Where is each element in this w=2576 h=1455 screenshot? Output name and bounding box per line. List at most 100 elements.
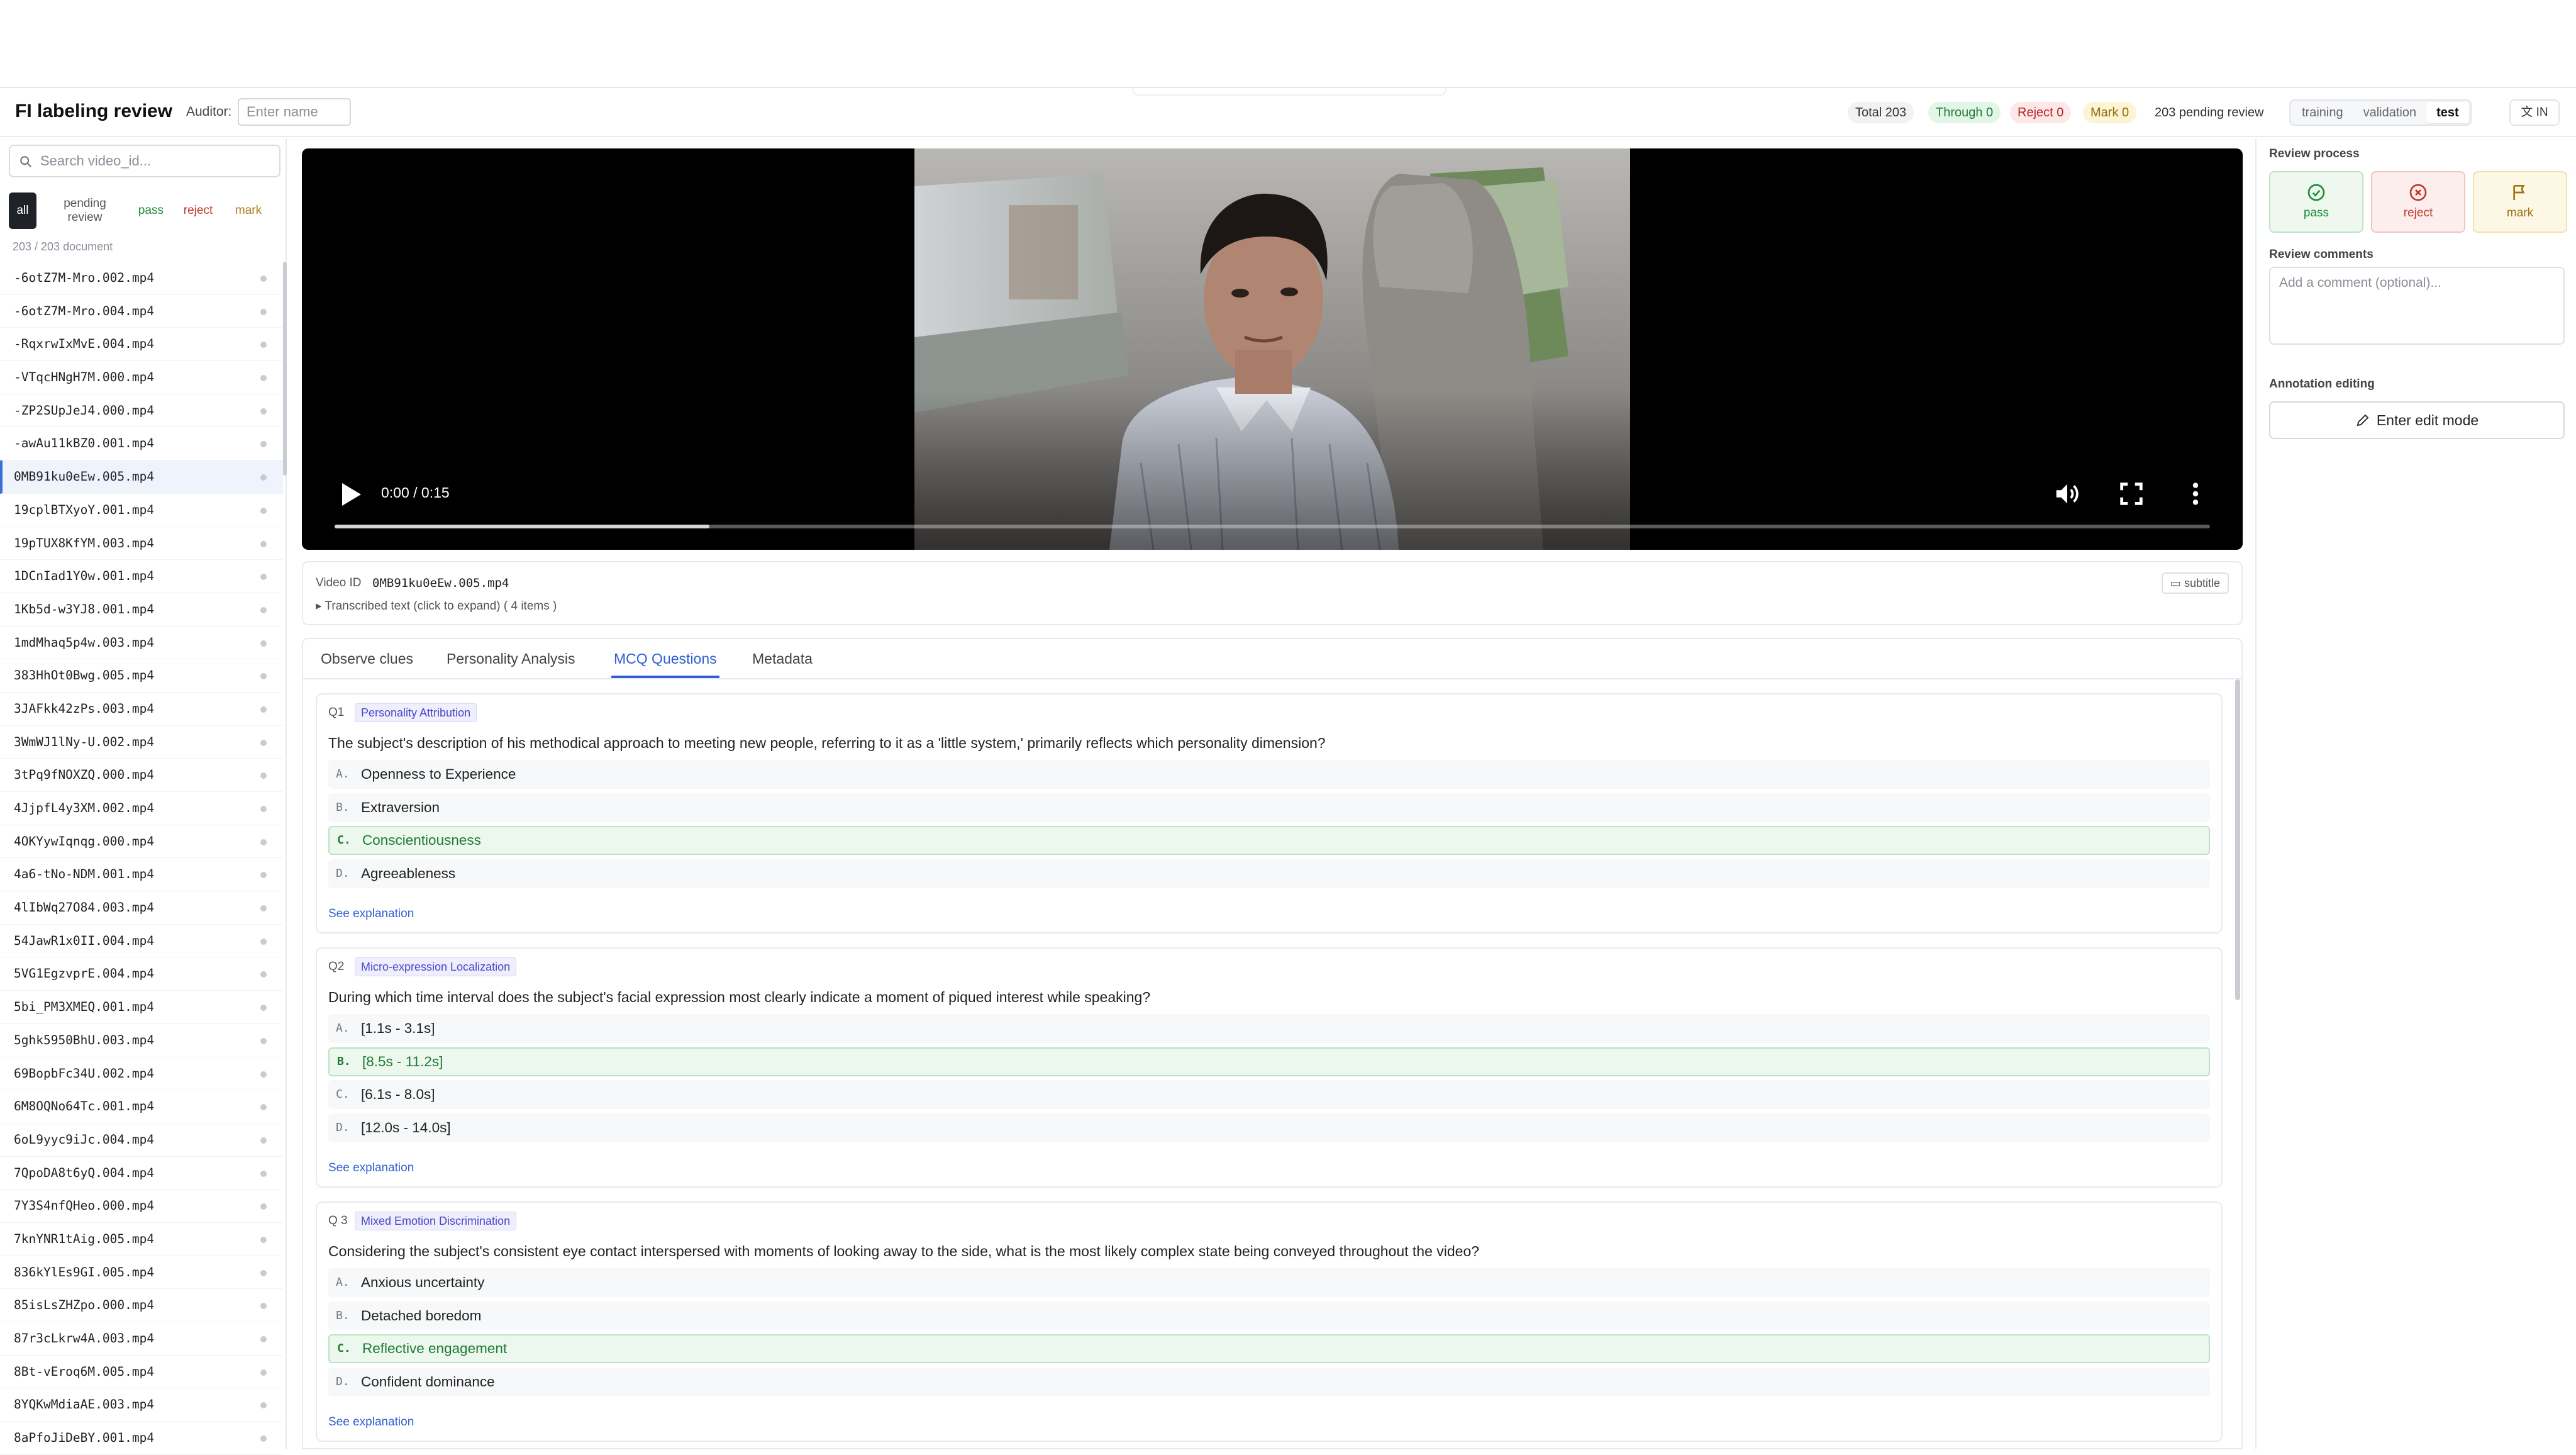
tab-mcq-questions[interactable]: MCQ Questions [611,639,719,678]
status-dot-icon [260,706,267,713]
review-process-label: Review process [2269,147,2360,160]
option-text: Detached boredom [361,1307,482,1324]
question-text: During which time interval does the subj… [328,989,1151,1005]
file-list-item[interactable]: 4JjpfL4y3XM.002.mp4 [0,792,283,825]
subtitle-button[interactable]: ▭ subtitle [2161,572,2229,594]
volume-icon[interactable] [2053,479,2082,508]
file-list-item[interactable]: -awAu11kBZ0.001.mp4 [0,427,283,461]
file-list-item[interactable]: 4OKYywIqnqg.000.mp4 [0,825,283,859]
auditor-name-input[interactable] [238,98,351,126]
file-list-item[interactable]: 7knYNR1tAig.005.mp4 [0,1223,283,1256]
answer-option[interactable]: D. Confident dominance [328,1367,2210,1396]
tab-personality-analysis[interactable]: Personality Analysis [444,639,578,678]
file-list-item[interactable]: -6otZ7M-Mro.004.mp4 [0,295,283,328]
filter-mark-button[interactable]: mark [226,192,270,229]
file-list-item[interactable]: 6oL9yyc9iJc.004.mp4 [0,1123,283,1157]
file-list-item[interactable]: 0MB91ku0eEw.005.mp4 [0,460,283,494]
file-list-item[interactable]: 383HhOt0Bwg.005.mp4 [0,659,283,693]
tab-metadata[interactable]: Metadata [750,639,815,678]
video-player[interactable]: 0:00 / 0:15 [302,148,2243,550]
file-list-item[interactable]: 8Bt-vEroq6M.005.mp4 [0,1356,283,1389]
file-list-item[interactable]: -VTqcHNgH7M.000.mp4 [0,361,283,394]
filter-pass-button[interactable]: pass [132,192,170,229]
split-test-button[interactable]: test [2426,102,2469,123]
answer-option[interactable]: A. Anxious uncertainty [328,1268,2210,1297]
status-dot-icon [260,839,267,845]
panel-scrollbar[interactable] [2235,679,2240,1000]
file-name: 383HhOt0Bwg.005.mp4 [14,668,155,683]
file-list-item[interactable]: 19pTUX8KfYM.003.mp4 [0,527,283,560]
file-list-item[interactable]: 3JAFkk42zPs.003.mp4 [0,693,283,726]
file-name: 8YQKwMdiaAE.003.mp4 [14,1397,155,1412]
file-list-item[interactable]: 87r3cLkrw4A.003.mp4 [0,1322,283,1356]
play-icon[interactable] [340,482,362,507]
file-list-item[interactable]: 6M8OQNo64Tc.001.mp4 [0,1090,283,1123]
file-list-item[interactable]: -ZP2SUpJeJ4.000.mp4 [0,394,283,428]
pass-label: pass [2303,206,2329,220]
see-explanation-link[interactable]: See explanation [328,907,414,921]
file-list-item[interactable]: 1mdMhaq5p4w.003.mp4 [0,627,283,660]
status-dot-icon [260,441,267,448]
option-text: Conscientiousness [362,832,481,848]
file-list-item[interactable]: 5ghk5950BhU.003.mp4 [0,1024,283,1057]
answer-option-correct[interactable]: C. Conscientiousness [328,826,2210,855]
answer-option[interactable]: D. [12.0s - 14.0s] [328,1113,2210,1142]
split-training-button[interactable]: training [2292,102,2353,123]
answer-option[interactable]: C. [6.1s - 8.0s] [328,1080,2210,1109]
video-file-list: -6otZ7M-Mro.002.mp4 -6otZ7M-Mro.004.mp4 -R… [0,262,283,1455]
transcript-toggle[interactable]: ▸ Transcribed text (click to expand) ( 4… [316,599,557,613]
split-validation-button[interactable]: validation [2353,102,2427,123]
file-list-item[interactable]: 19cplBTXyoY.001.mp4 [0,494,283,527]
file-name: 4OKYywIqnqg.000.mp4 [14,833,155,849]
file-list-item[interactable]: 836kYlEs9GI.005.mp4 [0,1256,283,1290]
answer-option-correct[interactable]: C. Reflective engagement [328,1334,2210,1363]
mark-button[interactable]: mark [2473,171,2567,233]
file-list-item[interactable]: 7QpoDA8t6yQ.004.mp4 [0,1157,283,1190]
file-list-item[interactable]: 3tPq9fNOXZQ.000.mp4 [0,759,283,792]
search-input[interactable] [40,151,273,171]
file-list-item[interactable]: 8aPfoJiDeBY.001.mp4 [0,1422,283,1455]
file-list-item[interactable]: 5bi_PM3XMEQ.001.mp4 [0,991,283,1024]
progress-bar[interactable] [335,525,2210,528]
file-list-item[interactable]: 1DCnIad1Y0w.001.mp4 [0,560,283,593]
see-explanation-link[interactable]: See explanation [328,1161,414,1175]
file-list-item[interactable]: 5VG1EgzvprE.004.mp4 [0,957,283,991]
file-list-item[interactable]: 3WmWJ1lNy-U.002.mp4 [0,726,283,759]
review-comment-input[interactable] [2269,267,2565,345]
filter-all-button[interactable]: all [9,192,36,229]
option-text: Extraversion [361,799,440,815]
answer-option[interactable]: B. Extraversion [328,793,2210,822]
tab-observe-clues[interactable]: Observe clues [318,639,416,678]
filter-reject-button[interactable]: reject [176,192,220,229]
sidebar-scrollbar[interactable] [283,262,287,476]
annotation-editing-label: Annotation editing [2269,377,2375,391]
reject-button[interactable]: reject [2371,171,2465,233]
option-letter: C. [337,833,351,847]
status-dot-icon [260,408,267,415]
file-list-item[interactable]: 4lIbWq27O84.003.mp4 [0,891,283,925]
filter-pending-button[interactable]: pending review [50,192,119,229]
language-button[interactable]: 文 IN [2509,99,2560,126]
file-name: -VTqcHNgH7M.000.mp4 [14,370,155,385]
file-list-item[interactable]: 7Y3S4nfQHeo.000.mp4 [0,1190,283,1223]
file-list-item[interactable]: 54JawR1x0II.004.mp4 [0,925,283,958]
file-list-item[interactable]: 69BopbFc34U.002.mp4 [0,1057,283,1091]
file-list-item[interactable]: -RqxrwIxMvE.004.mp4 [0,328,283,362]
question-card: Q2 Micro-expression Localization During wh… [316,947,2223,1188]
answer-option[interactable]: D. Agreeableness [328,859,2210,888]
answer-option[interactable]: A. [1.1s - 3.1s] [328,1014,2210,1043]
enter-edit-mode-button[interactable]: Enter edit mode [2269,401,2565,439]
fullscreen-icon[interactable] [2117,479,2146,508]
file-list-item[interactable]: 1Kb5d-w3YJ8.001.mp4 [0,593,283,627]
file-list-item[interactable]: 4a6-tNo-NDM.001.mp4 [0,858,283,892]
see-explanation-link[interactable]: See explanation [328,1415,414,1429]
more-options-icon[interactable] [2181,479,2210,508]
answer-option-correct[interactable]: B. [8.5s - 11.2s] [328,1047,2210,1076]
file-list-item[interactable]: 8YQKwMdiaAE.003.mp4 [0,1388,283,1422]
file-list-item[interactable]: 85isLsZHZpo.000.mp4 [0,1289,283,1322]
answer-option[interactable]: B. Detached boredom [328,1301,2210,1330]
answer-option[interactable]: A. Openness to Experience [328,760,2210,789]
language-label: IN [2536,106,2548,119]
pass-button[interactable]: pass [2269,171,2363,233]
file-list-item[interactable]: -6otZ7M-Mro.002.mp4 [0,262,283,295]
